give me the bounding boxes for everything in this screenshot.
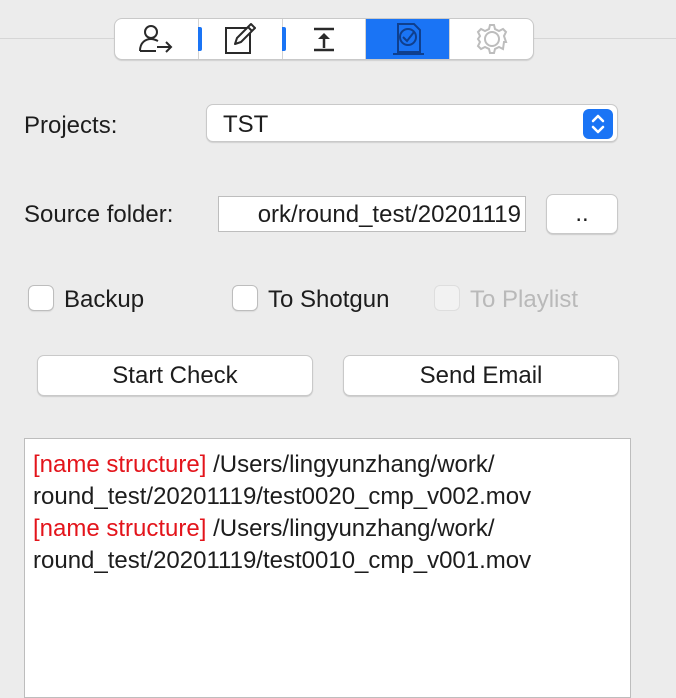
backup-label: Backup	[64, 286, 145, 313]
to-shotgun-label: To Shotgun	[268, 286, 390, 313]
log-output[interactable]: [name structure] /Users/lingyunzhang/wor…	[24, 438, 631, 698]
backup-checkbox[interactable]	[28, 285, 54, 311]
tab-user-export[interactable]	[115, 19, 198, 59]
log-entry-path: /Users/lingyunzhang/work/	[206, 451, 495, 478]
tab-edit[interactable]	[197, 19, 282, 59]
source-folder-label: Source folder:	[24, 201, 174, 228]
segment-highlight-edge	[281, 27, 286, 51]
log-entry-path: /Users/lingyunzhang/work/	[206, 515, 495, 542]
gear-icon	[475, 22, 509, 56]
tab-check[interactable]	[365, 19, 450, 59]
log-entry: [name structure] /Users/lingyunzhang/wor…	[33, 513, 622, 545]
chevron-updown-icon	[583, 109, 613, 139]
log-entry-tag: [name structure]	[33, 515, 207, 542]
edit-icon	[223, 22, 257, 56]
source-folder-input[interactable]: ork/round_test/20201119	[218, 196, 526, 232]
browse-button[interactable]: ..	[546, 194, 618, 234]
start-check-button[interactable]: Start Check	[37, 355, 313, 396]
log-entry-continued: round_test/20201119/test0020_cmp_v002.mo…	[33, 483, 532, 510]
check-document-icon	[390, 22, 426, 56]
projects-select[interactable]: TST	[206, 104, 618, 142]
projects-selected-value: TST	[223, 111, 269, 138]
segment-highlight-edge	[197, 27, 202, 51]
to-playlist-checkbox[interactable]	[434, 285, 460, 311]
tab-settings[interactable]	[449, 19, 533, 59]
to-shotgun-checkbox[interactable]	[232, 285, 258, 311]
user-export-icon	[138, 23, 174, 55]
source-folder-value: ork/round_test/20201119	[257, 201, 521, 228]
log-entry-continued: round_test/20201119/test0010_cmp_v001.mo…	[33, 547, 532, 574]
send-email-button[interactable]: Send Email	[343, 355, 619, 396]
log-entry: [name structure] /Users/lingyunzhang/wor…	[33, 449, 622, 481]
projects-label: Projects:	[24, 112, 118, 139]
upload-icon	[309, 24, 339, 54]
to-playlist-label: To Playlist	[470, 286, 579, 313]
log-entry-tag: [name structure]	[33, 451, 207, 478]
tab-upload[interactable]	[281, 19, 366, 59]
mode-toolbar	[114, 18, 534, 60]
